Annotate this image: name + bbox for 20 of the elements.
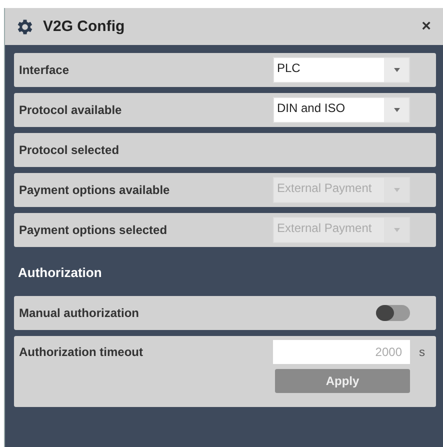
setting-label: Authorization timeout (19, 345, 144, 359)
setting-label: Interface (19, 63, 70, 77)
close-button[interactable]: × (422, 18, 431, 36)
timeout-field[interactable]: 2000 (273, 340, 410, 364)
caret-icon (394, 68, 400, 72)
setting-label: Protocol available (19, 103, 122, 117)
setting-label: Protocol selected (19, 143, 120, 157)
dropdown[interactable]: PLC (273, 57, 410, 83)
apply-button[interactable]: Apply (275, 369, 410, 393)
caret-icon (394, 108, 400, 112)
unit-label: s (419, 345, 426, 359)
caret-icon (394, 228, 400, 232)
window-title: V2G Config (43, 18, 126, 35)
setting-label: Payment options selected (19, 223, 168, 237)
toggle-switch[interactable] (376, 305, 410, 321)
caret-icon (394, 188, 400, 192)
section-heading: Authorization (17, 264, 103, 282)
dropdown[interactable]: DIN and ISO (273, 97, 410, 123)
setting-label: Payment options available (19, 183, 170, 197)
setting-label: Manual authorization (19, 306, 139, 320)
